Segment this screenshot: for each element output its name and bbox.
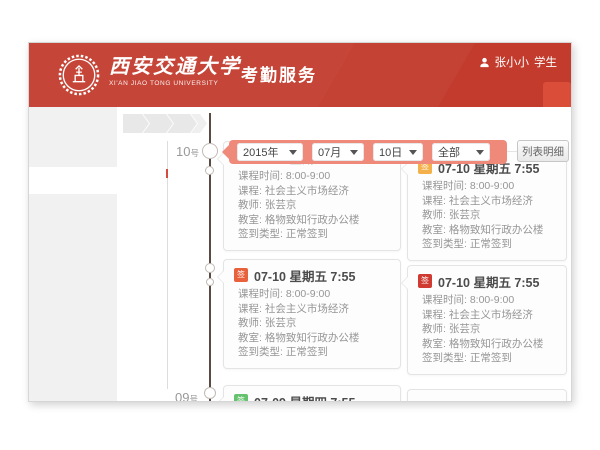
card-field: 教室: 格物致知行政办公楼 [418, 337, 556, 352]
filter-dropdown[interactable]: 10日 [373, 143, 423, 161]
filter-dropdown[interactable]: 2015年 [237, 143, 303, 161]
sidebar-item[interactable] [29, 194, 117, 221]
card-datetime: 07-10 星期五 7:55 [254, 266, 355, 285]
timeline-nav-item[interactable] [113, 162, 161, 185]
breadcrumb [123, 114, 207, 133]
university-emblem-icon [58, 54, 100, 96]
card-field: 教室: 格物致知行政办公楼 [234, 213, 390, 228]
attendance-card[interactable]: 签 07-10 星期五 7:55 课程时间: 8:00-9:00课程: 社会主义… [223, 259, 401, 369]
person-icon [479, 57, 490, 68]
timeline-nav-item[interactable] [113, 274, 161, 297]
filter-dropdown[interactable]: 07月 [312, 143, 364, 161]
sidebar-item[interactable] [29, 221, 117, 248]
university-name-en: XI'AN JIAO TONG UNIVERSITY [109, 79, 241, 88]
signin-stamp-icon: 签 [418, 274, 432, 288]
timeline-node-small [206, 278, 214, 286]
card-header: 签 07-09 星期四 7:55 [234, 392, 390, 402]
sidebar-item[interactable] [29, 113, 117, 140]
mini-timeline-line [167, 141, 168, 389]
card-field: 课程时间: 8:00-9:00 [234, 169, 390, 184]
main-nav [459, 82, 571, 107]
filter-dropdown-value: 07月 [318, 144, 341, 160]
filter-dropdown[interactable]: 全部 [432, 143, 490, 161]
card-field: 签到类型: 正常签到 [418, 351, 556, 366]
timeline-node-small [204, 387, 216, 399]
timeline-node-small [205, 263, 215, 273]
filter-dropdown-value: 全部 [438, 144, 460, 160]
chevron-down-icon [289, 150, 297, 159]
card-datetime: 07-10 星期五 7:55 [438, 272, 539, 291]
timeline-nav-item[interactable] [113, 297, 161, 320]
chevron-down-icon [409, 150, 417, 159]
card-field: 教师: 张芸京 [234, 316, 390, 331]
nav-tab[interactable] [459, 82, 487, 107]
card-field: 课程时间: 8:00-9:00 [234, 287, 390, 302]
content-area: 10号 09号 签 07-10 星期五 7:55 课 [29, 107, 571, 401]
day-marker-09: 09号 [175, 389, 198, 402]
attendance-card[interactable]: 签 07-10 星期五 7:55 课程时间: 8:00-9:00课程: 社会主义… [407, 151, 567, 261]
card-field: 教师: 张芸京 [234, 198, 390, 213]
card-header [418, 396, 556, 402]
card-field: 教师: 张芸京 [418, 322, 556, 337]
timeline-year-month-nav [113, 139, 161, 342]
filter-dropdown-value: 10日 [379, 144, 402, 160]
timeline-nav-item[interactable] [113, 229, 161, 252]
card-field: 课程时间: 8:00-9:00 [418, 293, 556, 308]
card-header: 签 07-10 星期五 7:55 [418, 272, 556, 290]
card-header: 签 07-10 星期五 7:55 [234, 266, 390, 284]
university-name-cn: 西安交通大学 [109, 55, 241, 79]
card-field: 课程: 社会主义市场经济 [234, 184, 390, 199]
card-field: 课程时间: 8:00-9:00 [418, 179, 556, 194]
filter-bar: 2015年 07月 10日 全部 [229, 140, 507, 164]
nav-tab[interactable] [515, 82, 543, 107]
attendance-card[interactable]: 签 07-09 星期四 7:55 [223, 385, 401, 402]
card-field: 课程: 社会主义市场经济 [418, 194, 556, 209]
timeline-nav-item[interactable] [113, 319, 161, 342]
nav-tab[interactable] [543, 82, 571, 107]
signin-stamp-icon: 签 [234, 268, 248, 282]
timeline-nav-item[interactable] [113, 252, 161, 275]
timeline-node-small [205, 166, 214, 175]
timeline-nav-item[interactable] [113, 184, 161, 207]
card-field: 课程: 社会主义市场经济 [234, 302, 390, 317]
card-field: 签到类型: 正常签到 [234, 227, 390, 242]
filter-dropdown-value: 2015年 [243, 144, 278, 160]
signin-stamp-icon: 签 [234, 394, 248, 402]
user-info[interactable]: 张小小 学生 [479, 54, 558, 70]
page: 西安交通大学 XI'AN JIAO TONG UNIVERSITY 考勤服务 张… [0, 0, 600, 450]
university-name: 西安交通大学 XI'AN JIAO TONG UNIVERSITY [109, 55, 241, 88]
sidebar [29, 107, 117, 401]
card-field: 教室: 格物致知行政办公楼 [418, 223, 556, 238]
list-detail-button[interactable]: 列表明细 [517, 140, 569, 162]
card-field: 签到类型: 正常签到 [418, 237, 556, 252]
sidebar-item[interactable] [29, 167, 117, 194]
chevron-down-icon [350, 150, 358, 159]
timeline-nav-item[interactable] [113, 139, 161, 162]
chevron-down-icon [476, 150, 484, 159]
card-field: 课程: 社会主义市场经济 [418, 308, 556, 323]
card-field: 教室: 格物致知行政办公楼 [234, 331, 390, 346]
app-header: 西安交通大学 XI'AN JIAO TONG UNIVERSITY 考勤服务 张… [29, 43, 571, 107]
app-window: 西安交通大学 XI'AN JIAO TONG UNIVERSITY 考勤服务 张… [28, 42, 572, 402]
timeline-node-large [202, 143, 218, 159]
attendance-card[interactable]: 签 07-10 星期五 7:55 课程时间: 8:00-9:00课程: 社会主义… [407, 265, 567, 375]
card-datetime: 07-09 星期四 7:55 [254, 392, 355, 403]
card-field: 签到类型: 正常签到 [234, 345, 390, 360]
attendance-card[interactable] [407, 389, 567, 402]
sidebar-item[interactable] [29, 140, 117, 167]
user-name: 张小小 [495, 54, 530, 70]
day-marker-10: 10号 [176, 143, 199, 161]
app-title: 考勤服务 [241, 61, 317, 86]
nav-tab[interactable] [487, 82, 515, 107]
card-field: 教师: 张芸京 [418, 208, 556, 223]
timeline-nav-item[interactable] [113, 207, 161, 230]
user-role: 学生 [534, 54, 557, 70]
